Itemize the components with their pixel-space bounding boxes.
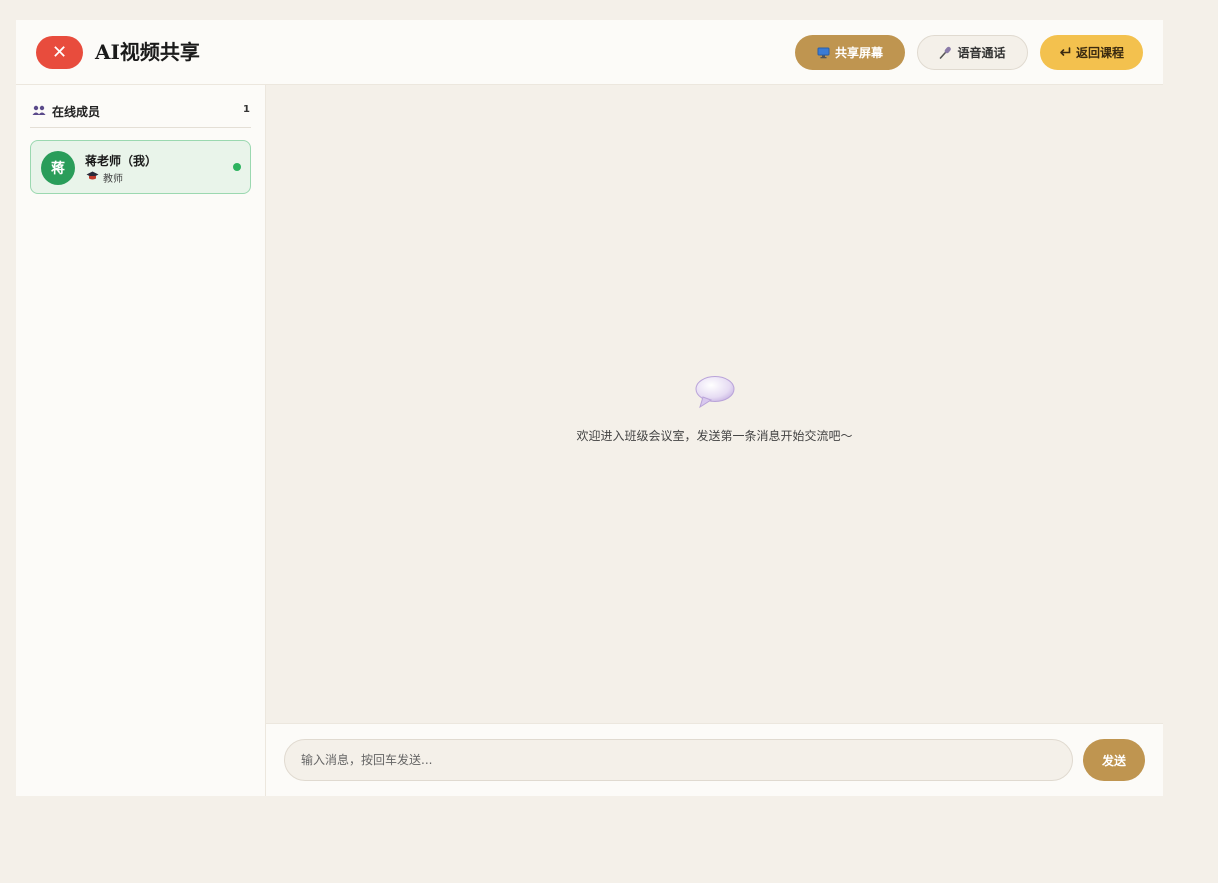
avatar: 蒋 <box>41 151 75 185</box>
members-heading: 在线成员 1 <box>30 101 251 128</box>
monitor-icon <box>817 47 830 59</box>
meeting-window: ✕ AI视频共享 共享屏幕 语音通话 返回课程 在线成员 1 蒋 蒋老师（我） … <box>16 20 1163 796</box>
microphone-icon <box>939 46 952 59</box>
chat-area: 欢迎进入班级会议室，发送第一条消息开始交流吧～ <box>266 85 1163 723</box>
members-sidebar: 在线成员 1 蒋 蒋老师（我） 教师 <box>16 85 266 796</box>
voice-call-button[interactable]: 语音通话 <box>917 35 1028 70</box>
people-icon <box>32 105 46 115</box>
speech-bubble-icon <box>694 375 736 409</box>
graduation-cap-icon <box>86 171 99 181</box>
share-screen-button[interactable]: 共享屏幕 <box>795 35 905 70</box>
return-arrow-icon <box>1059 47 1071 58</box>
member-item[interactable]: 蒋 蒋老师（我） 教师 <box>30 140 251 194</box>
header-bar: ✕ AI视频共享 共享屏幕 语音通话 返回课程 <box>16 20 1163 85</box>
share-screen-label: 共享屏幕 <box>834 46 883 60</box>
message-input[interactable] <box>284 739 1073 781</box>
members-heading-label: 在线成员 <box>52 105 101 119</box>
back-to-course-button[interactable]: 返回课程 <box>1040 35 1143 70</box>
voice-call-label: 语音通话 <box>957 46 1006 60</box>
online-status-dot <box>233 163 241 171</box>
close-button[interactable]: ✕ <box>36 36 83 69</box>
member-name: 蒋老师（我） <box>85 154 158 168</box>
back-to-course-label: 返回课程 <box>1075 46 1124 60</box>
page-title: AI视频共享 <box>95 40 200 64</box>
member-role: 教师 <box>103 174 123 185</box>
send-button[interactable]: 发送 <box>1083 739 1145 781</box>
message-composer: 发送 <box>266 723 1163 796</box>
empty-chat-message: 欢迎进入班级会议室，发送第一条消息开始交流吧～ <box>576 429 853 443</box>
members-count: 1 <box>243 104 250 115</box>
